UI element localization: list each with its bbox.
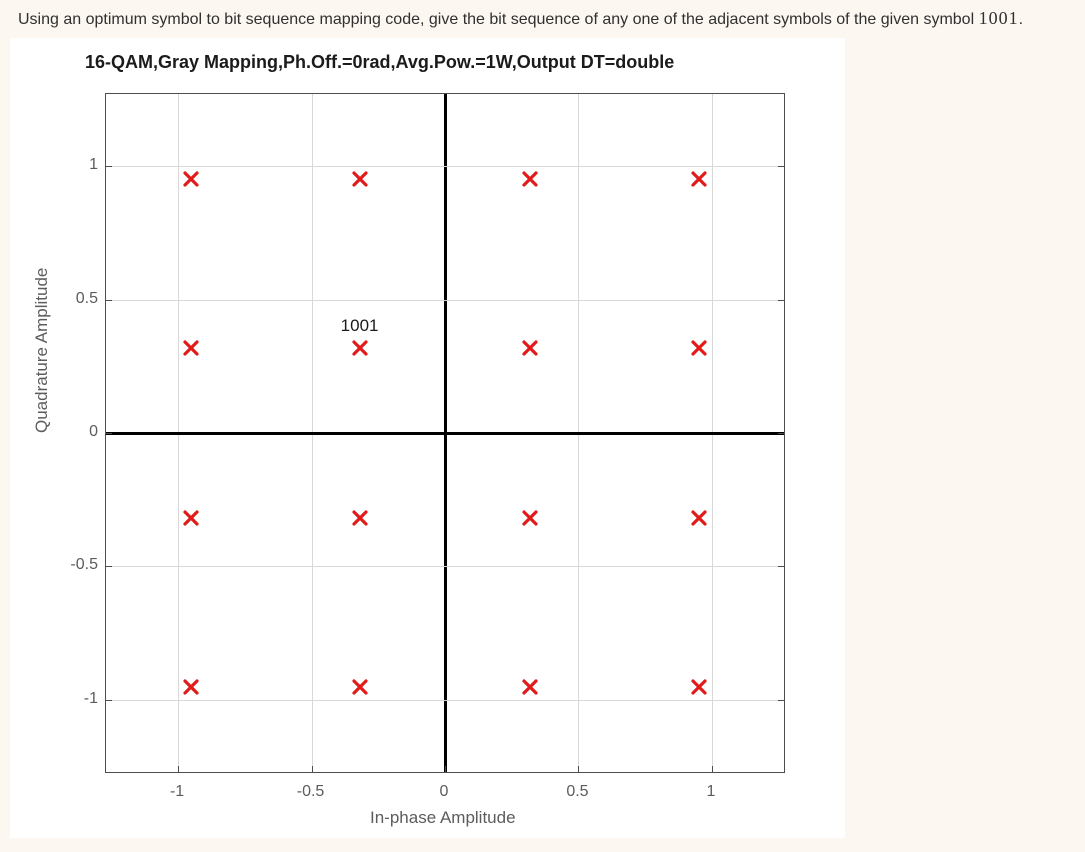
tick-mark bbox=[778, 700, 785, 701]
gridline-h bbox=[106, 700, 784, 701]
constellation-point bbox=[183, 340, 199, 356]
y-tick-label: 0.5 bbox=[68, 290, 98, 308]
tick-mark bbox=[445, 766, 446, 773]
constellation-point bbox=[691, 340, 707, 356]
plot-area: 1001 bbox=[105, 93, 785, 773]
constellation-point bbox=[352, 679, 368, 695]
constellation-point bbox=[691, 510, 707, 526]
tick-mark bbox=[778, 166, 785, 167]
tick-mark bbox=[778, 300, 785, 301]
constellation-point bbox=[522, 340, 538, 356]
tick-mark bbox=[105, 433, 112, 434]
y-tick-label: -1 bbox=[68, 690, 98, 708]
y-tick-label: -0.5 bbox=[68, 556, 98, 574]
question-text: Using an optimum symbol to bit sequence … bbox=[18, 8, 1067, 29]
tick-mark bbox=[312, 766, 313, 773]
point-label: 1001 bbox=[341, 316, 379, 336]
constellation-point bbox=[522, 171, 538, 187]
tick-mark bbox=[105, 300, 112, 301]
constellation-point bbox=[691, 679, 707, 695]
y-axis-label: Quadrature Amplitude bbox=[32, 268, 52, 433]
tick-mark bbox=[778, 566, 785, 567]
page: Using an optimum symbol to bit sequence … bbox=[0, 0, 1085, 852]
x-tick-label: 0 bbox=[440, 783, 449, 801]
constellation-point bbox=[183, 510, 199, 526]
x-axis-label: In-phase Amplitude bbox=[370, 808, 516, 828]
gridline-h bbox=[106, 566, 784, 567]
constellation-point bbox=[183, 171, 199, 187]
question-before: Using an optimum symbol to bit sequence … bbox=[18, 11, 979, 28]
gridline-h bbox=[106, 300, 784, 301]
x-tick-label: 0.5 bbox=[566, 783, 588, 801]
constellation-point bbox=[691, 171, 707, 187]
tick-mark bbox=[178, 766, 179, 773]
question-symbol: 1001 bbox=[979, 8, 1019, 28]
constellation-point bbox=[352, 171, 368, 187]
constellation-point bbox=[183, 679, 199, 695]
question-after: . bbox=[1019, 11, 1023, 28]
tick-mark bbox=[105, 700, 112, 701]
constellation-point bbox=[352, 340, 368, 356]
chart-title: 16-QAM,Gray Mapping,Ph.Off.=0rad,Avg.Pow… bbox=[85, 52, 674, 73]
x-tick-label: -0.5 bbox=[297, 783, 325, 801]
constellation-point bbox=[522, 679, 538, 695]
tick-mark bbox=[578, 766, 579, 773]
x-axis-line bbox=[106, 432, 784, 435]
tick-mark bbox=[712, 766, 713, 773]
y-tick-label: 1 bbox=[68, 156, 98, 174]
tick-mark bbox=[105, 566, 112, 567]
chart-panel: 16-QAM,Gray Mapping,Ph.Off.=0rad,Avg.Pow… bbox=[10, 38, 845, 838]
gridline-h bbox=[106, 166, 784, 167]
x-tick-label: 1 bbox=[706, 783, 715, 801]
tick-mark bbox=[105, 166, 112, 167]
constellation-point bbox=[522, 510, 538, 526]
constellation-point bbox=[352, 510, 368, 526]
tick-mark bbox=[778, 433, 785, 434]
y-tick-label: 0 bbox=[68, 423, 98, 441]
x-tick-label: -1 bbox=[170, 783, 184, 801]
